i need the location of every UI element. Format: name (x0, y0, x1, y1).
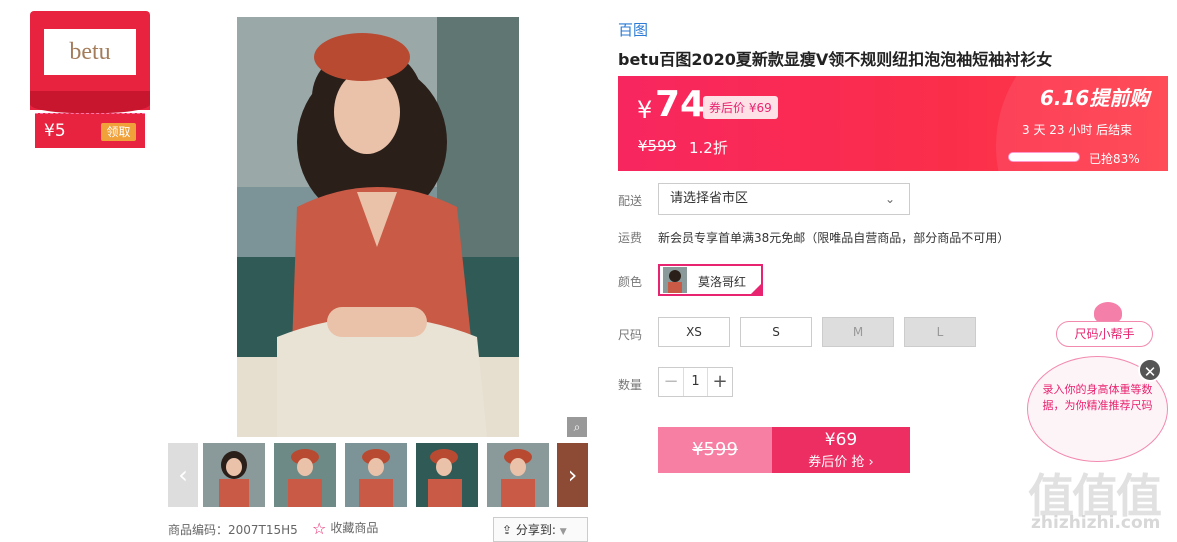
chevron-down-icon: ⌄ (884, 192, 895, 206)
share-icon: ⇪ (502, 523, 516, 537)
color-option-selected[interactable]: 莫洛哥红 (658, 264, 763, 296)
buy-coupon-button[interactable]: ¥69 券后价 抢 › (772, 427, 910, 473)
discount-rate: 1.2折 (689, 139, 728, 157)
size-option-l: L (904, 317, 976, 347)
brand-coupon[interactable]: betu ¥5 领取 (30, 11, 150, 148)
currency-symbol: ¥ (637, 96, 653, 124)
original-price: ¥599 (638, 137, 677, 155)
size-option-m: M (822, 317, 894, 347)
coupon-bottom: ¥5 领取 (35, 113, 145, 148)
after-coupon-badge: 券后价 ¥69 (703, 96, 778, 119)
price-bar: ¥ 74 券后价 ¥69 ¥599 1.2折 6.16提前购 3 天 23 小时… (618, 76, 1168, 171)
share-label: 分享到: (515, 523, 556, 537)
watermark-domain: zhizhizhi.com (1031, 513, 1161, 533)
quantity-stepper[interactable]: − 1 + (658, 367, 733, 397)
buy-coupon-price: ¥69 (824, 430, 858, 450)
color-label: 颜色 (618, 275, 643, 289)
brand-link[interactable]: 百图 (618, 19, 648, 40)
product-title: betu百图2020夏新款显瘦V领不规则纽扣泡泡袖短袖衬衫女 (618, 50, 1053, 69)
main-product-image[interactable] (237, 17, 519, 437)
coupon-amount: ¥5 (44, 121, 66, 141)
selected-check-icon (749, 282, 763, 296)
thumb-prev-button[interactable]: ‹ (168, 443, 198, 507)
shipping-label: 运费 (618, 231, 643, 245)
brand-logo: betu (44, 29, 136, 75)
favorite-button[interactable]: ☆ 收藏商品 (312, 519, 378, 538)
qty-plus-button[interactable]: + (708, 368, 732, 396)
qty-value[interactable]: 1 (683, 368, 708, 396)
sold-progress-bar (1008, 152, 1080, 162)
region-select-value: 请选择省市区 (670, 191, 749, 206)
close-icon[interactable]: ✕ (1138, 358, 1162, 382)
delivery-label: 配送 (618, 194, 643, 208)
color-name: 莫洛哥红 (698, 275, 747, 289)
current-price: 74 (655, 84, 706, 125)
thumb-next-button[interactable]: › (557, 443, 588, 507)
region-select[interactable]: 请选择省市区 ⌄ (658, 183, 910, 215)
coupon-fold (30, 91, 150, 113)
size-label: 尺码 (618, 328, 643, 342)
thumbnail[interactable] (416, 443, 478, 507)
quantity-label: 数量 (618, 378, 643, 392)
product-photo (237, 17, 519, 437)
promo-title: 6.16提前购 (1040, 86, 1150, 110)
buy-original-price: ¥599 (692, 439, 738, 460)
buy-coupon-label: 券后价 抢 › (808, 455, 874, 470)
countdown: 3 天 23 小时 后结束 (1022, 123, 1133, 137)
thumbnail[interactable] (345, 443, 407, 507)
size-option-xs[interactable]: XS (658, 317, 730, 347)
share-button[interactable]: ⇪ 分享到: ▼ (493, 517, 588, 542)
sold-progress-fill (1009, 153, 1068, 161)
size-option-s[interactable]: S (740, 317, 812, 347)
thumbnail[interactable] (201, 441, 267, 509)
favorite-label: 收藏商品 (330, 521, 379, 535)
shipping-text: 新会员专享首单满38元免邮（限唯品自营商品，部分商品不可用） (658, 231, 1010, 245)
product-code: 商品编码：2007T15H5 (168, 523, 298, 537)
thumbnail[interactable] (274, 443, 336, 507)
coupon-claim-button[interactable]: 领取 (101, 123, 136, 141)
chevron-down-icon: ▼ (559, 527, 567, 537)
buy-original-button[interactable]: ¥599 (658, 427, 772, 473)
star-icon: ☆ (312, 519, 327, 538)
size-helper-button[interactable]: 尺码小帮手 (1056, 321, 1153, 347)
sold-text: 已抢83% (1089, 152, 1140, 166)
qty-minus-button[interactable]: − (659, 368, 683, 396)
thumbnail[interactable] (487, 443, 549, 507)
zoom-icon[interactable]: ⌕ (567, 417, 587, 437)
color-swatch (663, 267, 687, 293)
